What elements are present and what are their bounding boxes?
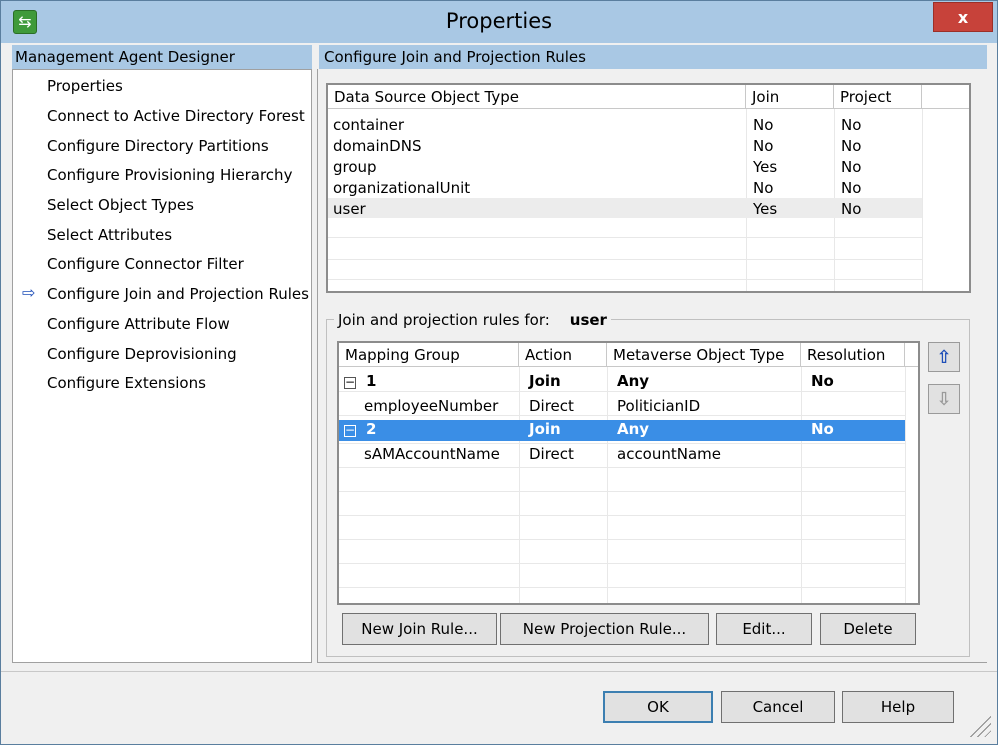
title-bar: ⇆ Properties x <box>1 1 997 43</box>
row-divider <box>339 443 905 444</box>
object-type-cell: domainDNS <box>333 137 422 155</box>
column-header-project[interactable]: Project <box>834 85 922 109</box>
window-title: Properties <box>445 9 553 33</box>
join-cell: Yes <box>753 200 778 218</box>
close-button[interactable]: x <box>933 2 993 32</box>
action-cell: Direct <box>529 397 574 415</box>
help-button[interactable]: Help <box>842 691 954 723</box>
column-header-resolution[interactable]: Resolution <box>801 343 905 367</box>
column-header-filler <box>905 343 918 367</box>
row-divider <box>339 563 905 564</box>
join-cell: No <box>753 116 774 134</box>
join-cell: No <box>753 179 774 197</box>
resolution-cell: No <box>811 420 834 438</box>
metaverse-type-cell: Any <box>617 420 650 438</box>
join-cell: No <box>753 137 774 155</box>
footer-separator <box>1 671 997 672</box>
edit-rule-button[interactable]: Edit... <box>716 613 812 645</box>
move-down-button[interactable]: ⇩ <box>928 384 960 414</box>
action-cell: Join <box>529 372 561 390</box>
metaverse-attribute-cell: accountName <box>617 445 722 463</box>
nav-item-join-projection-rules[interactable]: Configure Join and Projection Rules <box>47 285 309 303</box>
current-page-arrow-icon: ⇨ <box>22 283 36 302</box>
properties-window: ⇆ Properties x Management Agent Designer… <box>0 0 998 745</box>
metaverse-type-cell: Any <box>617 372 650 390</box>
action-cell: Join <box>529 420 561 438</box>
column-header-object-type[interactable]: Data Source Object Type <box>328 85 746 109</box>
nav-item-object-types[interactable]: Select Object Types <box>47 196 194 214</box>
delete-rule-button[interactable]: Delete <box>820 613 916 645</box>
nav-item-attributes[interactable]: Select Attributes <box>47 226 172 244</box>
column-divider <box>607 367 608 603</box>
arrow-down-icon: ⇩ <box>936 388 952 410</box>
nav-item-connect-ad-forest[interactable]: Connect to Active Directory Forest <box>47 107 305 125</box>
mapping-attribute-cell: employeeNumber <box>364 397 499 415</box>
rules-object-type: user <box>569 311 607 329</box>
row-divider <box>339 515 905 516</box>
column-divider <box>519 367 520 603</box>
column-divider <box>905 367 906 603</box>
action-cell: Direct <box>529 445 574 463</box>
metaverse-attribute-cell: PoliticianID <box>617 397 701 415</box>
column-header-filler <box>922 85 969 109</box>
nav-item-properties[interactable]: Properties <box>47 77 123 95</box>
column-header-mapping-group[interactable]: Mapping Group <box>339 343 519 367</box>
rules-table[interactable]: Mapping Group Action Metaverse Object Ty… <box>337 341 920 605</box>
nav-item-deprovisioning[interactable]: Configure Deprovisioning <box>47 345 237 363</box>
nav-item-connector-filter[interactable]: Configure Connector Filter <box>47 255 244 273</box>
object-type-table[interactable]: Data Source Object Type Join Project con… <box>326 83 971 293</box>
object-type-cell: organizationalUnit <box>333 179 471 197</box>
row-divider <box>339 415 905 416</box>
ok-button[interactable]: OK <box>603 691 713 723</box>
mapping-attribute-cell: sAMAccountName <box>364 445 500 463</box>
highlighted-row-user[interactable] <box>328 198 922 218</box>
column-header-join[interactable]: Join <box>746 85 834 109</box>
join-cell: Yes <box>753 158 778 176</box>
left-panel-header: Management Agent Designer <box>12 45 312 69</box>
nav-item-attribute-flow[interactable]: Configure Attribute Flow <box>47 315 230 333</box>
column-divider <box>922 109 923 291</box>
row-divider <box>339 491 905 492</box>
resolution-cell: No <box>811 372 834 390</box>
row-divider <box>339 539 905 540</box>
project-cell: No <box>841 116 862 134</box>
mapping-group-cell: 1 <box>366 372 377 390</box>
project-cell: No <box>841 137 862 155</box>
right-panel-header: Configure Join and Projection Rules <box>319 45 987 69</box>
row-divider <box>328 237 922 238</box>
designer-nav: ⇨ Properties Connect to Active Directory… <box>12 69 312 663</box>
move-up-button[interactable]: ⇧ <box>928 342 960 372</box>
close-icon: x <box>957 7 969 27</box>
row-divider <box>339 587 905 588</box>
collapse-icon[interactable]: − <box>344 424 356 437</box>
mapping-group-cell: 2 <box>366 420 377 438</box>
nav-item-provisioning-hierarchy[interactable]: Configure Provisioning Hierarchy <box>47 166 292 184</box>
row-divider <box>328 279 922 280</box>
rules-label: Join and projection rules for: <box>338 311 550 329</box>
row-divider <box>328 259 922 260</box>
rules-groupbox-title: Join and projection rules for: user <box>334 311 611 329</box>
nav-item-extensions[interactable]: Configure Extensions <box>47 374 206 392</box>
column-header-metaverse-object-type[interactable]: Metaverse Object Type <box>607 343 801 367</box>
nav-item-directory-partitions[interactable]: Configure Directory Partitions <box>47 137 269 155</box>
cancel-button[interactable]: Cancel <box>721 691 835 723</box>
project-cell: No <box>841 200 862 218</box>
column-divider <box>801 367 802 603</box>
object-type-cell: container <box>333 116 405 134</box>
column-header-action[interactable]: Action <box>519 343 607 367</box>
collapse-icon[interactable]: − <box>344 376 356 389</box>
object-type-cell: user <box>333 200 366 218</box>
arrow-up-icon: ⇧ <box>936 346 952 368</box>
row-divider <box>339 467 905 468</box>
new-projection-rule-button[interactable]: New Projection Rule... <box>500 613 709 645</box>
new-join-rule-button[interactable]: New Join Rule... <box>342 613 497 645</box>
resize-grip-icon[interactable] <box>967 713 991 737</box>
object-type-cell: group <box>333 158 377 176</box>
project-cell: No <box>841 179 862 197</box>
project-cell: No <box>841 158 862 176</box>
row-divider <box>339 391 905 392</box>
